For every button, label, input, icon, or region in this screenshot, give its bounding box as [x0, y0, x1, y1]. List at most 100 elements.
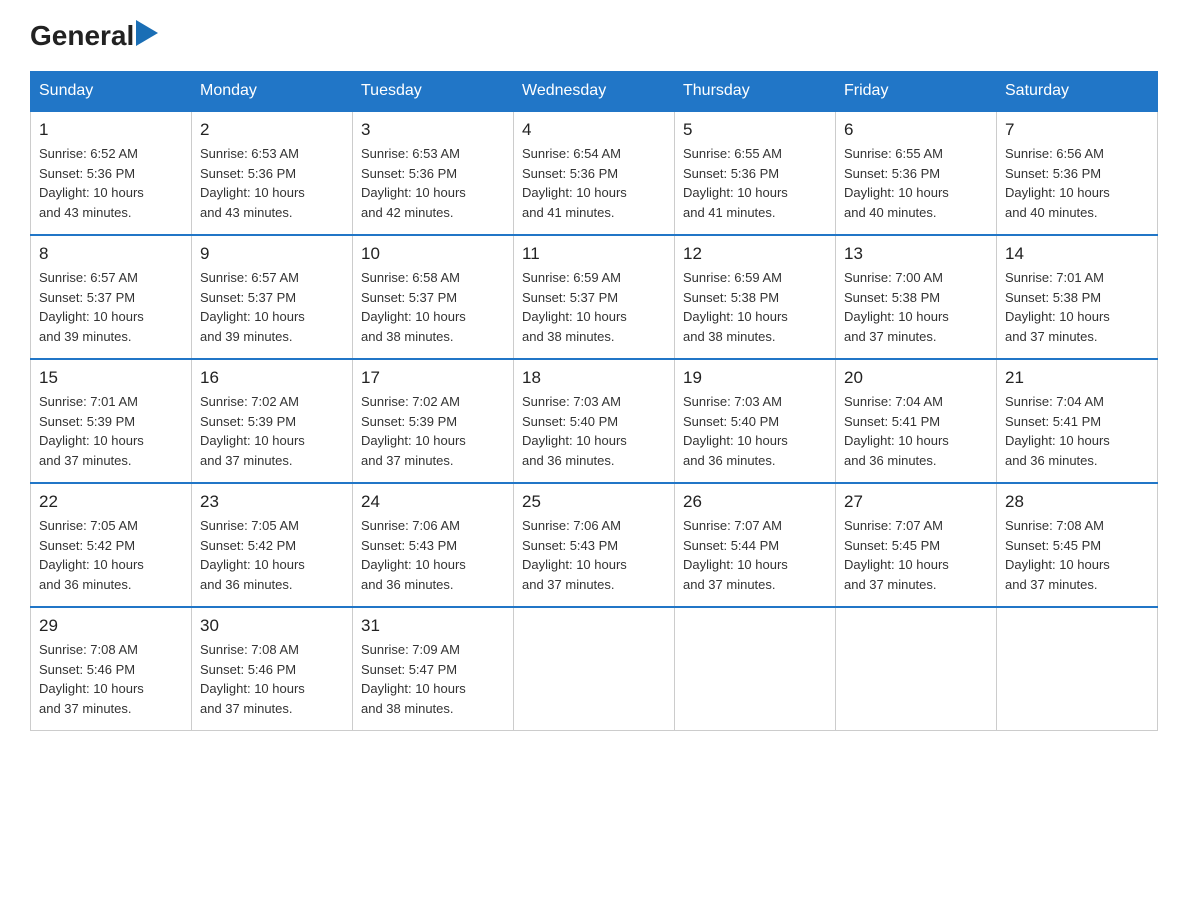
day-number: 5 — [683, 120, 827, 140]
day-info: Sunrise: 7:03 AMSunset: 5:40 PMDaylight:… — [683, 392, 827, 470]
weekday-header-saturday: Saturday — [997, 72, 1158, 112]
calendar-cell — [675, 607, 836, 731]
day-info: Sunrise: 7:09 AMSunset: 5:47 PMDaylight:… — [361, 640, 505, 718]
day-number: 6 — [844, 120, 988, 140]
calendar-body: 1 Sunrise: 6:52 AMSunset: 5:36 PMDaylight… — [31, 111, 1158, 731]
calendar-week-row: 15 Sunrise: 7:01 AMSunset: 5:39 PMDayligh… — [31, 359, 1158, 483]
day-info: Sunrise: 7:01 AMSunset: 5:39 PMDaylight:… — [39, 392, 183, 470]
calendar-cell: 3 Sunrise: 6:53 AMSunset: 5:36 PMDaylight… — [353, 111, 514, 235]
day-info: Sunrise: 7:02 AMSunset: 5:39 PMDaylight:… — [200, 392, 344, 470]
day-number: 3 — [361, 120, 505, 140]
weekday-header-wednesday: Wednesday — [514, 72, 675, 112]
calendar-cell: 14 Sunrise: 7:01 AMSunset: 5:38 PMDayligh… — [997, 235, 1158, 359]
day-number: 23 — [200, 492, 344, 512]
weekday-header-sunday: Sunday — [31, 72, 192, 112]
calendar-week-row: 8 Sunrise: 6:57 AMSunset: 5:37 PMDaylight… — [31, 235, 1158, 359]
calendar-cell: 9 Sunrise: 6:57 AMSunset: 5:37 PMDaylight… — [192, 235, 353, 359]
day-number: 18 — [522, 368, 666, 388]
calendar-table: SundayMondayTuesdayWednesdayThursdayFrid… — [30, 71, 1158, 731]
day-number: 11 — [522, 244, 666, 264]
calendar-cell: 21 Sunrise: 7:04 AMSunset: 5:41 PMDayligh… — [997, 359, 1158, 483]
day-info: Sunrise: 7:06 AMSunset: 5:43 PMDaylight:… — [522, 516, 666, 594]
calendar-cell — [514, 607, 675, 731]
day-number: 2 — [200, 120, 344, 140]
calendar-cell: 11Sunrise: 6:59 AMSunset: 5:37 PMDayligh… — [514, 235, 675, 359]
calendar-week-row: 22 Sunrise: 7:05 AMSunset: 5:42 PMDayligh… — [31, 483, 1158, 607]
day-number: 8 — [39, 244, 183, 264]
calendar-cell: 19 Sunrise: 7:03 AMSunset: 5:40 PMDayligh… — [675, 359, 836, 483]
day-number: 4 — [522, 120, 666, 140]
day-number: 28 — [1005, 492, 1149, 512]
day-info: Sunrise: 6:54 AMSunset: 5:36 PMDaylight:… — [522, 144, 666, 222]
day-info: Sunrise: 7:05 AMSunset: 5:42 PMDaylight:… — [39, 516, 183, 594]
calendar-cell: 22 Sunrise: 7:05 AMSunset: 5:42 PMDayligh… — [31, 483, 192, 607]
day-number: 21 — [1005, 368, 1149, 388]
day-number: 13 — [844, 244, 988, 264]
calendar-cell — [836, 607, 997, 731]
calendar-cell: 26 Sunrise: 7:07 AMSunset: 5:44 PMDayligh… — [675, 483, 836, 607]
page-header: General — [30, 20, 1158, 53]
day-info: Sunrise: 7:05 AMSunset: 5:42 PMDaylight:… — [200, 516, 344, 594]
day-info: Sunrise: 7:07 AMSunset: 5:44 PMDaylight:… — [683, 516, 827, 594]
calendar-cell: 20 Sunrise: 7:04 AMSunset: 5:41 PMDayligh… — [836, 359, 997, 483]
calendar-week-row: 29Sunrise: 7:08 AMSunset: 5:46 PMDayligh… — [31, 607, 1158, 731]
day-number: 27 — [844, 492, 988, 512]
day-info: Sunrise: 7:04 AMSunset: 5:41 PMDaylight:… — [1005, 392, 1149, 470]
day-info: Sunrise: 6:57 AMSunset: 5:37 PMDaylight:… — [200, 268, 344, 346]
weekday-header-friday: Friday — [836, 72, 997, 112]
day-info: Sunrise: 7:06 AMSunset: 5:43 PMDaylight:… — [361, 516, 505, 594]
day-info: Sunrise: 7:07 AMSunset: 5:45 PMDaylight:… — [844, 516, 988, 594]
calendar-cell: 25 Sunrise: 7:06 AMSunset: 5:43 PMDayligh… — [514, 483, 675, 607]
weekday-header-monday: Monday — [192, 72, 353, 112]
calendar-cell: 5 Sunrise: 6:55 AMSunset: 5:36 PMDaylight… — [675, 111, 836, 235]
day-info: Sunrise: 6:55 AMSunset: 5:36 PMDaylight:… — [844, 144, 988, 222]
calendar-cell: 16 Sunrise: 7:02 AMSunset: 5:39 PMDayligh… — [192, 359, 353, 483]
calendar-week-row: 1 Sunrise: 6:52 AMSunset: 5:36 PMDaylight… — [31, 111, 1158, 235]
day-info: Sunrise: 7:01 AMSunset: 5:38 PMDaylight:… — [1005, 268, 1149, 346]
day-info: Sunrise: 7:03 AMSunset: 5:40 PMDaylight:… — [522, 392, 666, 470]
day-number: 24 — [361, 492, 505, 512]
logo-arrow-icon — [136, 20, 158, 46]
calendar-cell: 15 Sunrise: 7:01 AMSunset: 5:39 PMDayligh… — [31, 359, 192, 483]
day-number: 19 — [683, 368, 827, 388]
calendar-cell: 31 Sunrise: 7:09 AMSunset: 5:47 PMDayligh… — [353, 607, 514, 731]
logo-general: General — [30, 22, 134, 50]
day-number: 22 — [39, 492, 183, 512]
day-number: 16 — [200, 368, 344, 388]
day-info: Sunrise: 7:00 AMSunset: 5:38 PMDaylight:… — [844, 268, 988, 346]
day-number: 9 — [200, 244, 344, 264]
weekday-header-row: SundayMondayTuesdayWednesdayThursdayFrid… — [31, 72, 1158, 112]
day-number: 20 — [844, 368, 988, 388]
day-number: 14 — [1005, 244, 1149, 264]
day-info: Sunrise: 7:08 AMSunset: 5:46 PMDaylight:… — [39, 640, 183, 718]
day-number: 1 — [39, 120, 183, 140]
calendar-cell: 27 Sunrise: 7:07 AMSunset: 5:45 PMDayligh… — [836, 483, 997, 607]
weekday-header-thursday: Thursday — [675, 72, 836, 112]
calendar-cell: 13 Sunrise: 7:00 AMSunset: 5:38 PMDayligh… — [836, 235, 997, 359]
day-info: Sunrise: 7:08 AMSunset: 5:45 PMDaylight:… — [1005, 516, 1149, 594]
calendar-cell: 6 Sunrise: 6:55 AMSunset: 5:36 PMDaylight… — [836, 111, 997, 235]
day-info: Sunrise: 6:52 AMSunset: 5:36 PMDaylight:… — [39, 144, 183, 222]
day-info: Sunrise: 6:55 AMSunset: 5:36 PMDaylight:… — [683, 144, 827, 222]
logo: General — [30, 20, 158, 53]
day-number: 26 — [683, 492, 827, 512]
day-info: Sunrise: 7:04 AMSunset: 5:41 PMDaylight:… — [844, 392, 988, 470]
calendar-cell: 28 Sunrise: 7:08 AMSunset: 5:45 PMDayligh… — [997, 483, 1158, 607]
calendar-cell — [997, 607, 1158, 731]
day-info: Sunrise: 7:08 AMSunset: 5:46 PMDaylight:… — [200, 640, 344, 718]
calendar-cell: 7Sunrise: 6:56 AMSunset: 5:36 PMDaylight… — [997, 111, 1158, 235]
calendar-cell: 12Sunrise: 6:59 AMSunset: 5:38 PMDayligh… — [675, 235, 836, 359]
day-number: 25 — [522, 492, 666, 512]
day-number: 31 — [361, 616, 505, 636]
day-info: Sunrise: 6:58 AMSunset: 5:37 PMDaylight:… — [361, 268, 505, 346]
day-number: 12 — [683, 244, 827, 264]
calendar-cell: 29Sunrise: 7:08 AMSunset: 5:46 PMDayligh… — [31, 607, 192, 731]
calendar-cell: 24 Sunrise: 7:06 AMSunset: 5:43 PMDayligh… — [353, 483, 514, 607]
day-number: 10 — [361, 244, 505, 264]
day-number: 30 — [200, 616, 344, 636]
day-number: 15 — [39, 368, 183, 388]
day-number: 7 — [1005, 120, 1149, 140]
day-info: Sunrise: 6:53 AMSunset: 5:36 PMDaylight:… — [200, 144, 344, 222]
day-info: Sunrise: 6:53 AMSunset: 5:36 PMDaylight:… — [361, 144, 505, 222]
calendar-cell: 4 Sunrise: 6:54 AMSunset: 5:36 PMDaylight… — [514, 111, 675, 235]
